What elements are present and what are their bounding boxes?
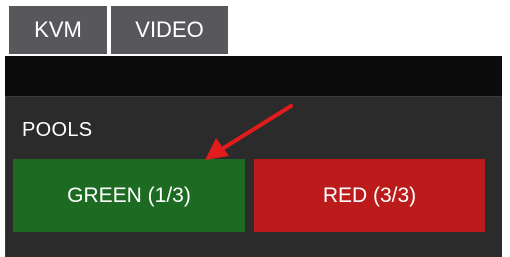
- tab-bar: KVM VIDEO: [5, 6, 502, 62]
- tab-video[interactable]: VIDEO: [111, 6, 228, 54]
- tab-content-band: [5, 56, 502, 96]
- pool-red-button[interactable]: RED (3/3): [254, 159, 485, 232]
- tab-kvm[interactable]: KVM: [9, 6, 107, 54]
- pool-green-button[interactable]: GREEN (1/3): [13, 159, 245, 232]
- pools-heading: POOLS: [22, 119, 93, 141]
- app-window: KVM VIDEO POOLS GREEN (1/3) RED (3/3): [0, 0, 502, 257]
